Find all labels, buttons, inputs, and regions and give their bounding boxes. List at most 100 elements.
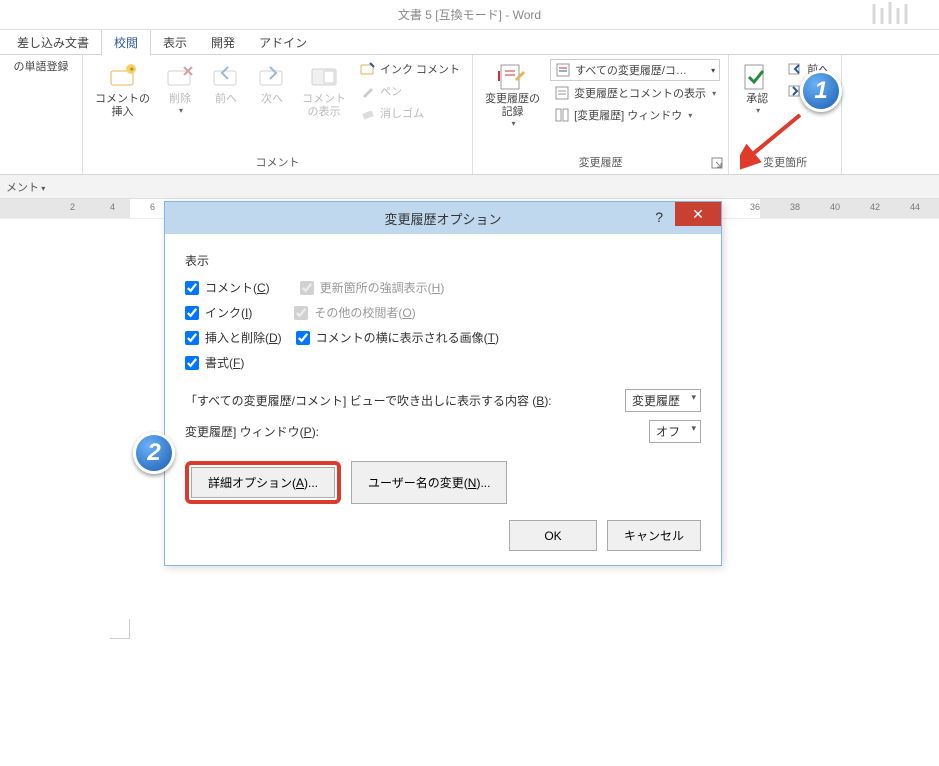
next-comment-button[interactable]: 次へ — [252, 59, 292, 108]
prev-comment-button[interactable]: 前へ — [206, 59, 246, 108]
chk-pictures-box[interactable] — [296, 331, 310, 345]
chk-ink-box[interactable] — [185, 306, 199, 320]
display-review-icon — [555, 62, 571, 78]
chk-pictures[interactable]: コメントの横に表示される画像(T) — [296, 329, 499, 346]
chk-comments-label: コメント(C) — [205, 279, 270, 296]
show-markup-icon — [554, 85, 570, 101]
display-for-review-dropdown[interactable]: すべての変更履歴/コ… ▾ — [550, 59, 720, 81]
pen-icon — [360, 83, 376, 99]
cancel-button[interactable]: キャンセル — [607, 520, 701, 551]
reviewing-pane-button[interactable]: [変更履歴] ウィンドウ — [550, 105, 720, 125]
pen-label: ペン — [380, 83, 402, 99]
change-username-button[interactable]: ユーザー名の変更(N)... — [351, 461, 507, 504]
reviewpane-value: オフ — [656, 425, 680, 439]
new-comment-icon: ✶ — [107, 61, 139, 93]
group-comment-label: コメント — [91, 152, 464, 172]
changes-prev-icon — [787, 61, 803, 77]
ok-button[interactable]: OK — [509, 520, 597, 551]
dialog-titlebar[interactable]: 変更履歴オプション ? ✕ — [165, 202, 721, 234]
balloon-label: 「すべての変更履歴/コメント] ビューで吹き出しに表示する内容 (B): — [185, 392, 552, 409]
tab-addins[interactable]: アドイン — [247, 30, 319, 55]
eraser-icon — [360, 105, 376, 121]
eraser-button[interactable]: 消しゴム — [356, 103, 464, 123]
delete-comment-button[interactable]: 削除 — [160, 59, 200, 118]
chk-highlight-label: 更新箇所の強調表示(H) — [320, 279, 445, 296]
chk-other-authors[interactable]: その他の校閲者(O) — [294, 304, 415, 321]
chk-pictures-label: コメントの横に表示される画像(T) — [316, 329, 499, 346]
advanced-options-button[interactable]: 詳細オプション(A)... — [191, 467, 335, 498]
ink-comment-label: インク コメント — [380, 61, 460, 77]
dialog-body: 表示 コメント(C) 更新箇所の強調表示(H) インク(I) その他の校閲者(O… — [165, 234, 721, 565]
accept-label: 承認 — [746, 93, 768, 106]
reviewpane-label: 変更履歴] ウィンドウ(P): — [185, 423, 319, 440]
delete-label: 削除 — [169, 93, 191, 106]
tab-mailings[interactable]: 差し込み文書 — [5, 30, 101, 55]
reviewpane-select[interactable]: オフ — [649, 420, 701, 443]
chk-insdel-box[interactable] — [185, 331, 199, 345]
pen-button[interactable]: ペン — [356, 81, 464, 101]
chk-insdel-label: 挿入と削除(D) — [205, 329, 282, 346]
window-title: 文書 5 [互換モード] - Word — [398, 6, 541, 23]
accept-button[interactable]: 承認 — [737, 59, 777, 118]
next-comment-icon — [256, 61, 288, 93]
accept-icon — [741, 61, 773, 93]
show-markup-button[interactable]: 変更履歴とコメントの表示 — [550, 83, 720, 103]
reviewing-pane-icon — [554, 107, 570, 123]
chk-other-authors-label: その他の校閲者(O) — [314, 304, 415, 321]
annotation-badge-2: 2 — [133, 432, 175, 474]
next-label: 次へ — [261, 93, 283, 106]
chk-comments-box[interactable] — [185, 281, 199, 295]
group-label — [8, 168, 74, 172]
svg-text:✶: ✶ — [128, 65, 135, 74]
new-comment-label: コメントの 挿入 — [95, 93, 150, 119]
app-logo-icon — [869, 2, 919, 29]
ribbon-group-proofing: の単語登録 — [0, 55, 83, 174]
dialog-close-button[interactable]: ✕ — [675, 202, 721, 226]
ribbon-group-comments: ✶ コメントの 挿入 削除 前へ 次へ — [83, 55, 473, 174]
sub-toolbar: メント — [0, 175, 939, 199]
balloon-value: 変更履歴 — [632, 394, 680, 408]
chk-highlight[interactable]: 更新箇所の強調表示(H) — [300, 279, 445, 296]
track-changes-button[interactable]: 変更履歴の 記録 — [481, 59, 544, 131]
reviewing-pane-label: [変更履歴] ウィンドウ — [574, 107, 682, 123]
word-registration-label: の単語登録 — [14, 61, 69, 74]
chk-ink-label: インク(I) — [205, 304, 252, 321]
track-changes-label: 変更履歴の 記録 — [485, 93, 540, 119]
ink-comment-button[interactable]: インク コメント — [356, 59, 464, 79]
show-markup-label: 変更履歴とコメントの表示 — [574, 85, 706, 101]
subtoolbar-item[interactable]: メント — [6, 179, 45, 195]
tracking-options-dialog: 変更履歴オプション ? ✕ 表示 コメント(C) 更新箇所の強調表示(H) イン… — [164, 201, 722, 566]
annotation-arrow-icon — [740, 110, 810, 173]
dialog-title-text: 変更履歴オプション — [384, 209, 501, 228]
show-comments-icon — [308, 61, 340, 93]
prev-comment-icon — [210, 61, 242, 93]
show-comments-button[interactable]: コメント の表示 — [298, 59, 350, 121]
ink-comment-icon — [360, 61, 376, 77]
show-comments-label: コメント の表示 — [302, 93, 346, 119]
page-corner-icon — [110, 619, 130, 639]
section-show-label: 表示 — [185, 252, 701, 269]
title-bar: 文書 5 [互換モード] - Word — [0, 0, 939, 30]
tracking-options-launcher[interactable] — [711, 157, 725, 171]
chk-ink[interactable]: インク(I) — [185, 304, 252, 321]
word-registration-button[interactable]: の単語登録 — [8, 59, 74, 76]
dialog-help-button[interactable]: ? — [647, 207, 671, 227]
annotation-badge-1: 1 — [800, 70, 842, 112]
tab-developer[interactable]: 開発 — [199, 30, 247, 55]
chk-insdel[interactable]: 挿入と削除(D) — [185, 329, 282, 346]
balloon-select[interactable]: 変更履歴 — [625, 389, 701, 412]
chk-format[interactable]: 書式(F) — [185, 354, 244, 371]
tab-review[interactable]: 校閲 — [101, 29, 151, 56]
chk-other-authors-box[interactable] — [294, 306, 308, 320]
chevron-down-icon: ▾ — [711, 66, 715, 75]
ribbon-group-tracking: 変更履歴の 記録 すべての変更履歴/コ… ▾ 変更履歴とコメントの表示 [変更履… — [473, 55, 729, 174]
chk-format-box[interactable] — [185, 356, 199, 370]
new-comment-button[interactable]: ✶ コメントの 挿入 — [91, 59, 154, 121]
eraser-label: 消しゴム — [380, 105, 424, 121]
delete-comment-icon — [164, 61, 196, 93]
display-review-label: すべての変更履歴/コ… — [575, 62, 707, 78]
chk-comments[interactable]: コメント(C) — [185, 279, 270, 296]
chk-highlight-box[interactable] — [300, 281, 314, 295]
group-tracking-label: 変更履歴 — [481, 152, 720, 172]
tab-view[interactable]: 表示 — [151, 30, 199, 55]
